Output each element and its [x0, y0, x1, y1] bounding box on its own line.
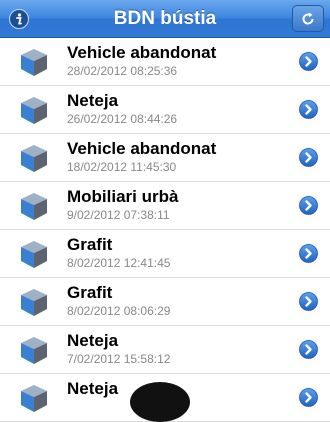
- chevron-right-icon[interactable]: [299, 244, 318, 263]
- list-item[interactable]: Neteja 7/02/2012 15:58:12: [0, 326, 330, 374]
- list-item[interactable]: Mobiliari urbà 9/02/2012 07:38:11: [0, 182, 330, 230]
- list-item[interactable]: Vehicle abandonat 18/02/2012 11:45:30: [0, 134, 330, 182]
- item-title: Vehicle abandonat: [67, 139, 217, 158]
- refresh-button[interactable]: [292, 5, 324, 32]
- item-title: Mobiliari urbà: [67, 187, 179, 206]
- list-item[interactable]: Grafit 8/02/2012 12:41:45: [0, 230, 330, 278]
- chevron-right-icon[interactable]: [299, 100, 318, 119]
- chevron-right-icon[interactable]: [299, 196, 318, 215]
- cube-icon: [18, 190, 50, 222]
- chevron-right-icon[interactable]: [299, 52, 318, 71]
- home-button-overlay: [130, 382, 190, 422]
- item-title: Neteja: [67, 379, 119, 398]
- navigation-bar: BDN bústia: [0, 0, 330, 38]
- cube-icon: [18, 94, 50, 126]
- item-date: 7/02/2012 15:58:12: [67, 352, 171, 366]
- item-title: Grafit: [67, 235, 113, 254]
- chevron-right-icon[interactable]: [299, 388, 318, 407]
- chevron-right-icon[interactable]: [299, 340, 318, 359]
- item-title: Neteja: [67, 331, 119, 350]
- list-item[interactable]: Vehicle abandonat 28/02/2012 08:25:36: [0, 38, 330, 86]
- list-item[interactable]: Neteja 26/02/2012 08:44:26: [0, 86, 330, 134]
- item-date: 9/02/2012 07:38:11: [67, 208, 170, 222]
- list-item[interactable]: Grafit 8/02/2012 08:06:29: [0, 278, 330, 326]
- page-title: BDN bústia: [113, 7, 217, 29]
- info-icon: [16, 13, 22, 25]
- item-date: 8/02/2012 08:06:29: [67, 304, 171, 318]
- item-date: 28/02/2012 08:25:36: [67, 64, 178, 78]
- cube-icon: [18, 46, 50, 78]
- chevron-right-icon[interactable]: [299, 148, 318, 167]
- cube-icon: [18, 382, 50, 414]
- item-title: Grafit: [67, 283, 113, 302]
- cube-icon: [18, 334, 50, 366]
- item-date: 8/02/2012 12:41:45: [67, 256, 171, 270]
- cube-icon: [18, 286, 50, 318]
- item-date: 18/02/2012 11:45:30: [67, 160, 177, 174]
- cube-icon: [18, 142, 50, 174]
- cube-icon: [18, 238, 50, 270]
- refresh-icon: [302, 12, 314, 25]
- chevron-right-icon[interactable]: [299, 292, 318, 311]
- item-date: 26/02/2012 08:44:26: [67, 112, 178, 126]
- item-title: Neteja: [67, 91, 119, 110]
- info-button[interactable]: [9, 9, 29, 29]
- item-title: Vehicle abandonat: [67, 43, 217, 62]
- report-list: Vehicle abandonat 28/02/2012 08:25:36 Net…: [0, 38, 330, 422]
